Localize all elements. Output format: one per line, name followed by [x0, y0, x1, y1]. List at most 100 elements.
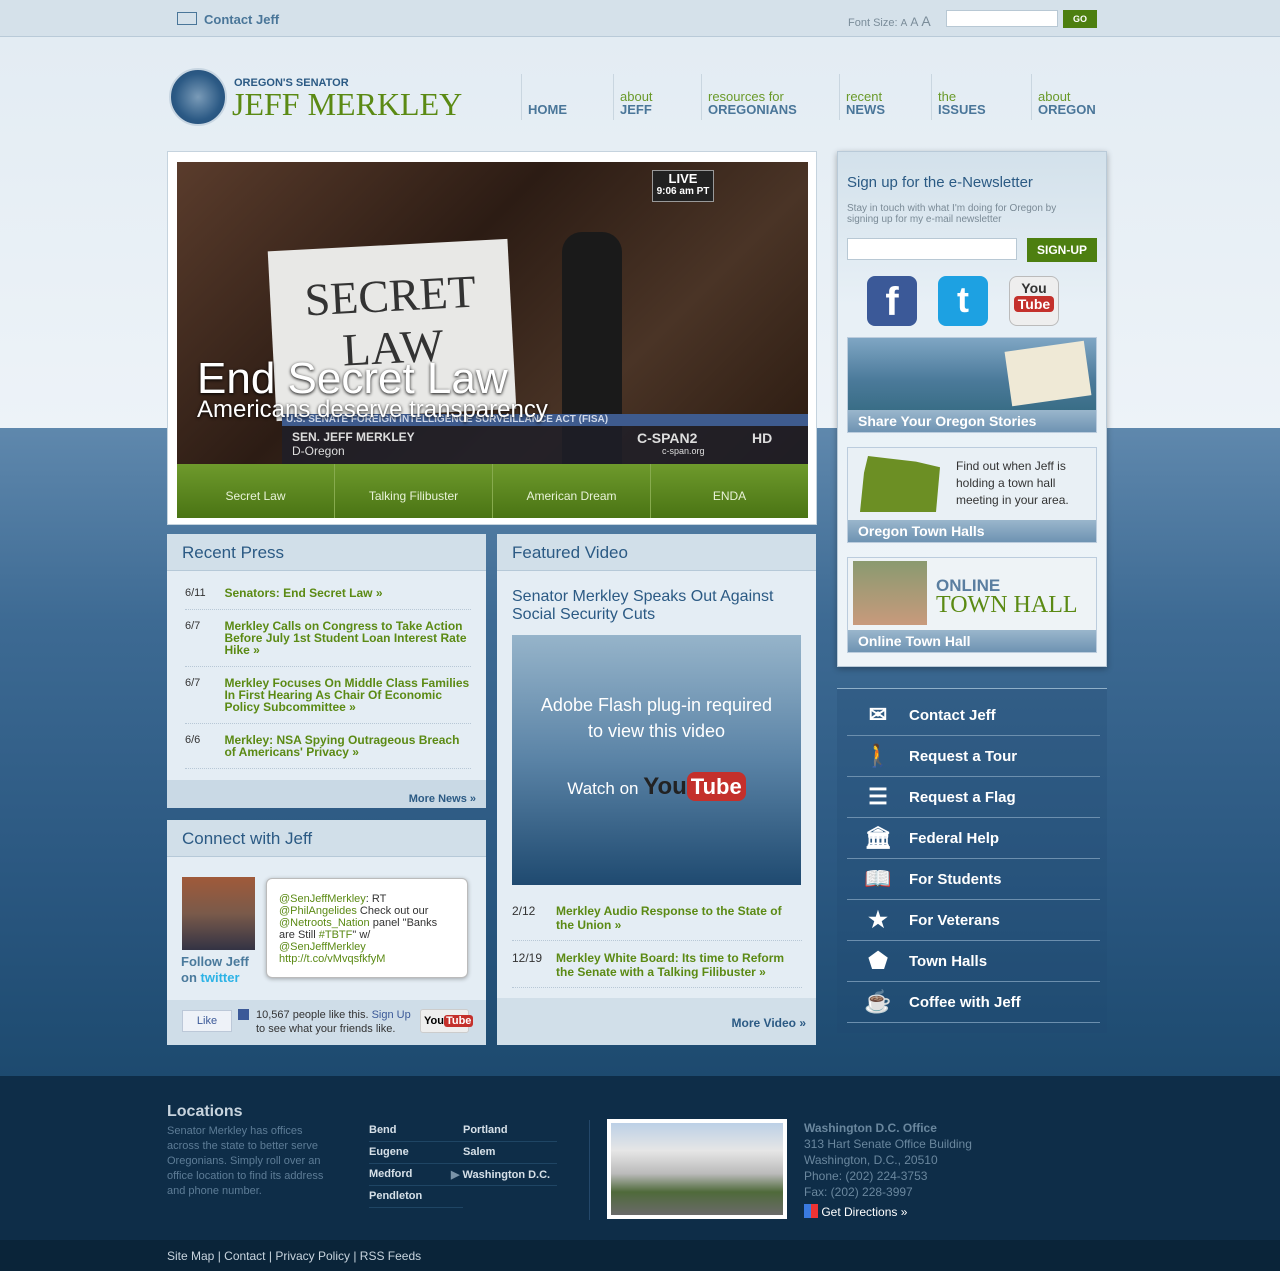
- quick-link-label: For Students: [909, 870, 1002, 888]
- site-map-link[interactable]: Site Map: [167, 1249, 214, 1263]
- quick-link-coffee-with-jeff[interactable]: ☕ Coffee with Jeff: [847, 982, 1100, 1023]
- tweet-mention[interactable]: @PhilAngelides: [279, 905, 357, 917]
- promo-town-halls-label[interactable]: Oregon Town Halls: [848, 520, 1096, 542]
- hero-tab-american-dream[interactable]: American Dream: [492, 464, 650, 518]
- quick-link-label: Town Halls: [909, 952, 988, 970]
- press-link[interactable]: Merkley Calls on Congress to Take Action…: [224, 620, 471, 656]
- promo-online-town-hall[interactable]: ONLINE TOWN HALL Online Town Hall: [847, 557, 1097, 653]
- top-bar: Contact Jeff Font Size: A A A GO: [0, 0, 1280, 37]
- location-link[interactable]: Pendleton: [369, 1186, 463, 1208]
- nav-about-jeff[interactable]: about JEFF: [613, 74, 653, 120]
- postcard-image: [1004, 340, 1092, 407]
- hero-subtitle: Americans deserve transparency: [197, 396, 548, 423]
- location-link[interactable]: Bend: [369, 1120, 463, 1142]
- video-item: 2/12 Merkley Audio Response to the State …: [512, 894, 802, 941]
- get-directions-link[interactable]: Get Directions »: [804, 1204, 972, 1220]
- quick-link-federal-help[interactable]: 🏛 Federal Help: [847, 818, 1100, 859]
- nav-resources[interactable]: resources for OREGONIANS: [701, 74, 797, 120]
- video-link[interactable]: Merkley White Board: Its time to Reform …: [556, 951, 802, 979]
- google-maps-icon: [804, 1204, 818, 1218]
- location-link[interactable]: ▶ Washington D.C.: [451, 1164, 557, 1186]
- nav-about-oregon[interactable]: about OREGON: [1031, 74, 1096, 120]
- quick-link-label: For Veterans: [909, 911, 1000, 929]
- privacy-policy-link[interactable]: Privacy Policy: [275, 1249, 350, 1263]
- walking-person-icon: 🚶: [864, 743, 892, 768]
- facebook-signup-link[interactable]: Sign Up: [372, 1009, 411, 1021]
- envelope-icon: ✉: [868, 702, 888, 727]
- connect-title: Connect with Jeff: [167, 820, 486, 857]
- facebook-icon: [238, 1009, 249, 1020]
- star-icon: ★: [868, 907, 888, 932]
- youtube-icon[interactable]: You Tube: [1009, 276, 1059, 326]
- press-link[interactable]: Merkley Focuses On Middle Class Families…: [224, 677, 471, 713]
- follow-on-twitter-link[interactable]: Follow Jeff on twitter: [181, 954, 249, 986]
- newsletter-signup-button[interactable]: SIGN-UP: [1027, 238, 1097, 262]
- recent-press-panel: Recent Press 6/11 Senators: End Secret La…: [167, 534, 486, 808]
- press-link[interactable]: Senators: End Secret Law »: [224, 587, 471, 599]
- location-link[interactable]: Portland: [463, 1120, 557, 1142]
- promo-online-label[interactable]: Online Town Hall: [848, 630, 1096, 652]
- nav-the-issues[interactable]: the ISSUES: [931, 74, 986, 120]
- more-news-link[interactable]: More News »: [409, 793, 476, 805]
- video-link[interactable]: Merkley Audio Response to the State of t…: [556, 904, 802, 932]
- hero-tab-enda[interactable]: ENDA: [650, 464, 808, 518]
- locations-title: Locations: [167, 1103, 243, 1120]
- font-size-small[interactable]: A: [901, 18, 908, 29]
- press-link[interactable]: Merkley: NSA Spying Outrageous Breach of…: [224, 734, 471, 758]
- capitol-building-icon: 🏛: [864, 825, 892, 850]
- location-link[interactable]: Medford: [369, 1164, 463, 1186]
- press-date: 6/6: [185, 734, 201, 746]
- press-item: 6/7 Merkley Calls on Congress to Take Act…: [185, 610, 471, 667]
- promo-oregon-stories[interactable]: Share Your Oregon Stories: [847, 337, 1097, 433]
- quick-link-label: Contact Jeff: [909, 706, 996, 724]
- tweet-hashtag[interactable]: #TBTF: [319, 929, 353, 941]
- quick-link-contact-jeff[interactable]: ✉ Contact Jeff: [847, 695, 1100, 736]
- footer: Locations Senator Merkley has offices ac…: [0, 1076, 1280, 1240]
- book-icon: 📖: [864, 866, 892, 891]
- contact-link[interactable]: Contact: [224, 1249, 265, 1263]
- facebook-icon[interactable]: f: [867, 276, 917, 326]
- font-size-medium[interactable]: A: [910, 15, 918, 29]
- logo-name[interactable]: JEFF MERKLEY: [232, 86, 462, 123]
- rss-feeds-link[interactable]: RSS Feeds: [360, 1249, 421, 1263]
- tweet-mention[interactable]: @SenJeffMerkley: [279, 941, 366, 953]
- nav-home[interactable]: HOME: [521, 74, 567, 120]
- hero-slide[interactable]: SECRET LAW LIVE 9:06 am PT U.S. SENATE FOR…: [177, 162, 808, 464]
- tweet-mention[interactable]: @SenJeffMerkley: [279, 893, 366, 905]
- newsletter-email-input[interactable]: [847, 238, 1017, 260]
- tweet-mention[interactable]: @Netroots_Nation: [279, 917, 370, 929]
- search-input[interactable]: [946, 10, 1058, 27]
- quick-link-for-students[interactable]: 📖 For Students: [847, 859, 1100, 900]
- watch-on-youtube-link[interactable]: Watch on You Tube: [512, 772, 801, 802]
- video-player[interactable]: Adobe Flash plug-in required to view this…: [512, 635, 801, 885]
- nav-recent-news[interactable]: recent NEWS: [839, 74, 885, 120]
- quick-link-label: Federal Help: [909, 829, 1000, 847]
- newsletter-description: Stay in touch with what I'm doing for Or…: [847, 203, 1057, 225]
- search-go-button[interactable]: GO: [1063, 10, 1097, 28]
- quick-link-request-a-tour[interactable]: 🚶 Request a Tour: [847, 736, 1100, 777]
- font-size-large[interactable]: A: [921, 13, 930, 29]
- location-link[interactable]: Eugene: [369, 1142, 463, 1164]
- twitter-icon[interactable]: t: [938, 276, 988, 326]
- promo-town-halls[interactable]: Find out when Jeff is holding a town hal…: [847, 447, 1097, 543]
- quick-link-label: Request a Tour: [909, 747, 1018, 765]
- senate-seal-logo[interactable]: [169, 68, 227, 126]
- contact-jeff-link[interactable]: Contact Jeff: [204, 12, 279, 27]
- press-date: 6/7: [185, 620, 201, 632]
- facebook-like-button[interactable]: Like: [182, 1010, 232, 1032]
- video-title[interactable]: Senator Merkley Speaks Out Against Socia…: [512, 588, 802, 624]
- tweet-link[interactable]: http://t.co/vMvqsfkfyM: [279, 953, 385, 965]
- quick-link-for-veterans[interactable]: ★ For Veterans: [847, 900, 1100, 941]
- more-video-link[interactable]: More Video »: [732, 1016, 806, 1030]
- hero-tab-talking-filibuster[interactable]: Talking Filibuster: [334, 464, 492, 518]
- quick-link-town-halls[interactable]: ⬟ Town Halls: [847, 941, 1100, 982]
- location-link[interactable]: Salem: [463, 1142, 557, 1164]
- youtube-icon[interactable]: You Tube: [420, 1009, 474, 1033]
- promo-stories-label[interactable]: Share Your Oregon Stories: [848, 410, 1096, 432]
- envelope-icon: [177, 12, 197, 25]
- flag-icon: ☰: [868, 784, 888, 809]
- hero-tab-secret-law[interactable]: Secret Law: [177, 464, 334, 518]
- quick-link-request-a-flag[interactable]: ☰ Request a Flag: [847, 777, 1100, 818]
- video-item: 12/19 Merkley White Board: Its time to Re…: [512, 941, 802, 988]
- featured-video-title: Featured Video: [497, 534, 816, 571]
